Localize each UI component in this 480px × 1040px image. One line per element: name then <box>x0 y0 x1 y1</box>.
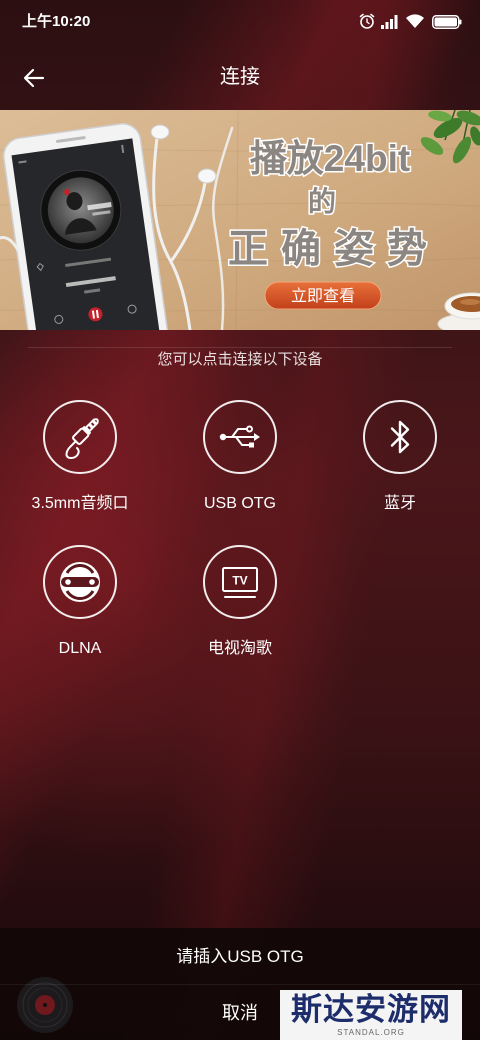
device-label: 电视淘歌 <box>207 640 272 657</box>
header: 连接 <box>0 44 480 110</box>
dlna-icon[interactable] <box>43 545 117 619</box>
bluetooth-icon[interactable] <box>363 400 437 474</box>
device-headphone-jack[interactable]: 3.5mm音频口 <box>0 400 160 520</box>
promo-banner-image: 播放24bit 的 正确姿势 立即查看 <box>0 110 480 330</box>
page-title: 连接 <box>220 66 260 88</box>
status-bar: 上午10:20 <box>0 0 480 44</box>
battery-icon <box>432 15 462 29</box>
back-arrow-icon[interactable] <box>20 64 48 92</box>
signal-icon <box>381 15 398 29</box>
device-label: 蓝牙 <box>383 495 416 512</box>
alarm-icon <box>359 13 375 29</box>
banner-button-label: 立即查看 <box>291 287 355 305</box>
promo-banner[interactable]: 播放24bit 的 正确姿势 立即查看 <box>0 110 480 330</box>
usb-icon[interactable] <box>203 400 277 474</box>
banner-slogan-line3: 正确姿势 <box>228 227 440 271</box>
watermark-name: 斯达安游网 <box>291 992 451 1028</box>
banner-view-now-button[interactable]: 立即查看 <box>264 281 382 310</box>
device-dlna[interactable]: DLNA <box>0 545 160 665</box>
sheet-divider <box>0 984 480 985</box>
device-label: 3.5mm音频口 <box>31 495 129 512</box>
watermark-domain: STANDAL.ORG <box>337 1028 405 1037</box>
device-label: USB OTG <box>203 495 276 512</box>
device-bluetooth[interactable]: 蓝牙 <box>320 400 480 520</box>
watermark: 斯达安游网 STANDAL.ORG <box>280 990 462 1040</box>
device-label: DLNA <box>58 640 102 657</box>
connect-hint: 您可以点击连接以下设备 <box>157 351 323 368</box>
prompt-message: 请插入USB OTG <box>176 947 304 966</box>
status-time: 上午10:20 <box>22 13 91 30</box>
headphone-jack-icon[interactable] <box>43 400 117 474</box>
banner-slogan-line1: 播放24bit <box>250 138 410 179</box>
device-tv[interactable]: TV 电视淘歌 <box>160 545 320 665</box>
wifi-icon <box>406 14 424 28</box>
tv-icon[interactable]: TV <box>203 545 277 619</box>
tv-icon-text: TV <box>232 574 247 588</box>
device-usb-otg[interactable]: USB OTG <box>160 400 320 520</box>
banner-slogan-line2: 的 <box>308 185 336 217</box>
section-divider <box>28 347 452 348</box>
